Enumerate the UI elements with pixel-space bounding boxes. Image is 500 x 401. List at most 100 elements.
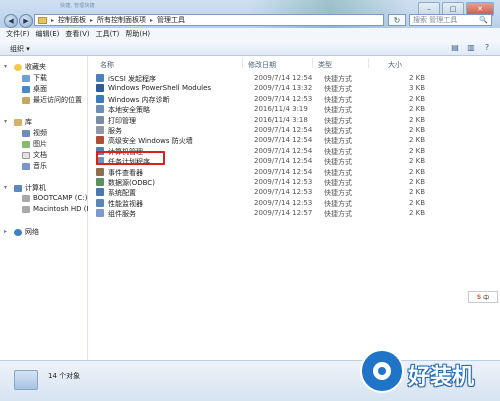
picture-library-icon xyxy=(22,140,30,148)
column-divider[interactable] xyxy=(312,58,313,68)
nav-favorites[interactable]: 收藏夹 xyxy=(14,62,46,72)
file-size: 2 KB xyxy=(409,188,426,197)
document-library-icon xyxy=(22,151,30,159)
title-blur-text: 快捷, 管理快捷 xyxy=(60,3,95,9)
breadcrumb-separator: ▸ xyxy=(150,16,154,24)
title-bar: 快捷, 管理快捷 – □ ✕ ◀ ▶ ▸ 控制面板 ▸ 所有控制面板项 ▸ 管理… xyxy=(0,0,500,28)
file-row[interactable]: iSCSI 发起程序 2009/7/14 12:54 快捷方式 2 KB xyxy=(96,73,426,83)
address-bar[interactable]: ▸ 控制面板 ▸ 所有控制面板项 ▸ 管理工具 xyxy=(34,14,384,26)
column-divider[interactable] xyxy=(242,58,243,68)
file-size: 2 KB xyxy=(409,198,426,207)
menu-view[interactable]: 查看(V) xyxy=(65,29,89,39)
view-icon[interactable]: ▤ xyxy=(450,43,460,53)
shortcut-icon xyxy=(96,209,104,218)
file-date: 2009/7/14 12:53 xyxy=(254,188,313,197)
organize-button[interactable]: 组织 ▾ xyxy=(10,44,30,54)
file-size: 2 KB xyxy=(409,157,426,166)
breadcrumb-separator: ▸ xyxy=(51,16,55,24)
nav-libraries[interactable]: 库 xyxy=(14,117,32,127)
desktop-icon xyxy=(22,85,30,93)
nav-network[interactable]: 网络 xyxy=(14,227,39,237)
nav-desktop[interactable]: 桌面 xyxy=(22,84,47,94)
shortcut-icon xyxy=(96,84,104,93)
nav-videos[interactable]: 视频 xyxy=(22,128,47,138)
file-date: 2009/7/14 13:32 xyxy=(254,84,313,93)
expand-network-icon[interactable]: ▸ xyxy=(4,228,7,235)
nav-macintosh[interactable]: Macintosh HD (D:) xyxy=(22,205,97,213)
expand-computer-icon[interactable]: ▾ xyxy=(4,184,7,191)
file-row[interactable]: 打印管理 2016/11/4 3:18 快捷方式 2 KB xyxy=(96,115,426,125)
file-date: 2009/7/14 12:53 xyxy=(254,94,313,103)
nav-downloads-label: 下载 xyxy=(33,74,47,82)
nav-downloads[interactable]: 下载 xyxy=(22,73,47,83)
file-row[interactable]: 组件服务 2009/7/14 12:57 快捷方式 2 KB xyxy=(96,208,426,218)
column-header-type[interactable]: 类型 xyxy=(318,60,332,70)
network-icon xyxy=(14,228,22,236)
file-date: 2016/11/4 3:18 xyxy=(254,115,308,124)
file-date: 2009/7/14 12:54 xyxy=(254,136,313,145)
breadcrumb-control-panel[interactable]: 控制面板 xyxy=(58,15,86,25)
file-size: 2 KB xyxy=(409,167,426,176)
menu-file[interactable]: 文件(F) xyxy=(6,29,30,39)
column-header-size[interactable]: 大小 xyxy=(388,60,402,70)
file-row[interactable]: 数据源(ODBC) 2009/7/14 12:53 快捷方式 2 KB xyxy=(96,177,426,187)
file-date: 2009/7/14 12:54 xyxy=(254,167,313,176)
expand-libraries-icon[interactable]: ▾ xyxy=(4,118,7,125)
breadcrumb-admin-tools[interactable]: 管理工具 xyxy=(157,15,185,25)
file-name: 组件服务 xyxy=(108,210,136,219)
file-row[interactable]: Windows 内存诊断 2009/7/14 12:53 快捷方式 2 KB xyxy=(96,94,426,104)
column-header-date[interactable]: 修改日期 xyxy=(248,60,276,70)
file-name: Windows PowerShell Modules xyxy=(108,84,212,93)
breadcrumb-all-items[interactable]: 所有控制面板项 xyxy=(97,15,146,25)
nav-pictures[interactable]: 图片 xyxy=(22,139,47,149)
file-row[interactable]: 本地安全策略 2016/11/4 3:19 快捷方式 2 KB xyxy=(96,104,426,114)
admin-tools-folder-icon xyxy=(14,370,38,390)
shortcut-icon xyxy=(96,74,104,82)
search-input[interactable]: 搜索 管理工具 🔍 xyxy=(409,14,492,26)
nav-music[interactable]: 音乐 xyxy=(22,161,47,171)
shortcut-icon xyxy=(96,105,104,114)
menu-tools[interactable]: 工具(T) xyxy=(96,29,120,39)
nav-recent[interactable]: 最近访问的位置 xyxy=(22,95,82,105)
highlight-annotation xyxy=(96,151,165,165)
file-row[interactable]: 系统配置 2009/7/14 12:53 快捷方式 2 KB xyxy=(96,187,426,197)
file-row[interactable]: 性能监视器 2009/7/14 12:53 快捷方式 2 KB xyxy=(96,198,426,208)
refresh-button[interactable]: ↻ xyxy=(388,14,406,26)
expand-favorites-icon[interactable]: ▾ xyxy=(4,63,7,70)
back-button[interactable]: ◀ xyxy=(4,14,18,28)
file-type: 快捷方式 xyxy=(324,210,352,219)
menu-help[interactable]: 帮助(H) xyxy=(125,29,150,39)
music-library-icon xyxy=(22,162,30,170)
file-row[interactable]: 服务 2009/7/14 12:54 快捷方式 2 KB xyxy=(96,125,426,135)
library-icon xyxy=(14,118,22,126)
file-date: 2009/7/14 12:53 xyxy=(254,178,313,186)
nav-libraries-label: 库 xyxy=(25,118,32,126)
help-icon[interactable]: ? xyxy=(482,43,492,53)
file-size: 2 KB xyxy=(409,74,426,82)
file-row[interactable]: Windows PowerShell Modules 2009/7/14 13:3… xyxy=(96,83,426,93)
forward-button[interactable]: ▶ xyxy=(19,14,33,28)
column-divider[interactable] xyxy=(368,58,369,68)
nav-bootcamp[interactable]: BOOTCAMP (C:) xyxy=(22,194,87,202)
search-placeholder: 搜索 管理工具 xyxy=(413,16,458,24)
nav-recent-label: 最近访问的位置 xyxy=(33,96,82,104)
search-icon[interactable]: 🔍 xyxy=(479,16,488,24)
ime-toolbar[interactable]: S 中 xyxy=(468,291,498,303)
file-row[interactable]: 事件查看器 2009/7/14 12:54 快捷方式 2 KB xyxy=(96,167,426,177)
shortcut-icon xyxy=(96,136,104,145)
nav-documents[interactable]: 文档 xyxy=(22,150,47,160)
nav-computer[interactable]: 计算机 xyxy=(14,183,46,193)
column-header-name[interactable]: 名称 xyxy=(100,60,114,70)
menu-edit[interactable]: 编辑(E) xyxy=(36,29,60,39)
nav-desktop-label: 桌面 xyxy=(33,85,47,93)
nav-network-label: 网络 xyxy=(25,228,39,236)
breadcrumb-separator: ▸ xyxy=(90,16,94,24)
ime-mode-label: 中 xyxy=(483,294,490,302)
file-size: 2 KB xyxy=(409,105,426,114)
file-date: 2009/7/14 12:54 xyxy=(254,74,313,82)
star-icon xyxy=(14,63,22,71)
file-row[interactable]: 高级安全 Windows 防火墙 2009/7/14 12:54 快捷方式 2 KB xyxy=(96,135,426,145)
file-size: 2 KB xyxy=(409,115,426,124)
recent-places-icon xyxy=(22,96,30,104)
preview-pane-icon[interactable]: ▥ xyxy=(466,43,476,53)
